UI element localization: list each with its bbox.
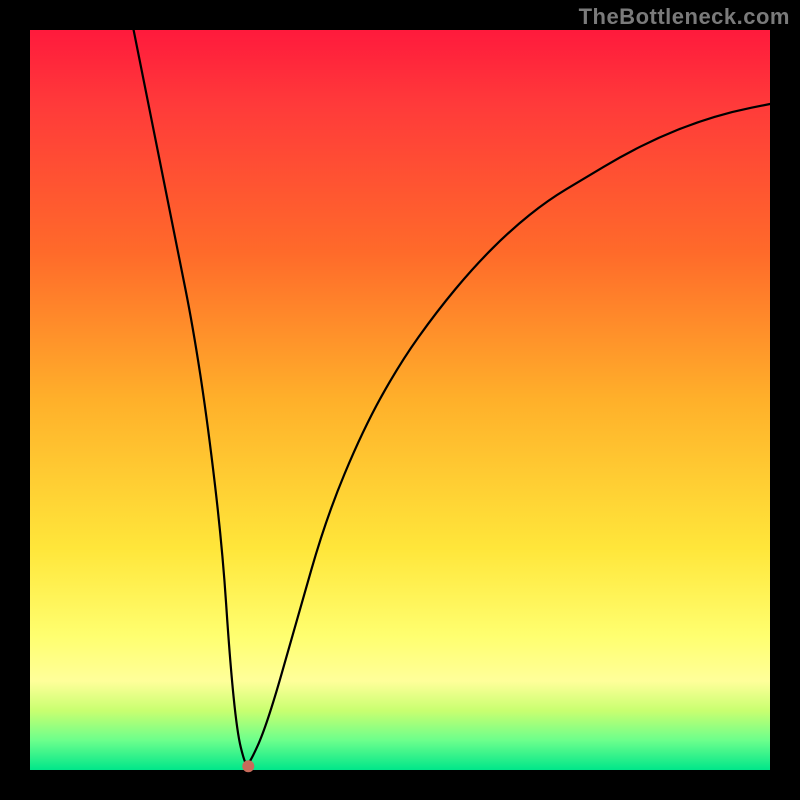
minimum-marker xyxy=(242,760,254,772)
curve-svg xyxy=(30,30,770,770)
watermark-text: TheBottleneck.com xyxy=(579,4,790,30)
chart-frame: TheBottleneck.com xyxy=(0,0,800,800)
bottleneck-curve xyxy=(134,30,770,765)
plot-area xyxy=(30,30,770,770)
